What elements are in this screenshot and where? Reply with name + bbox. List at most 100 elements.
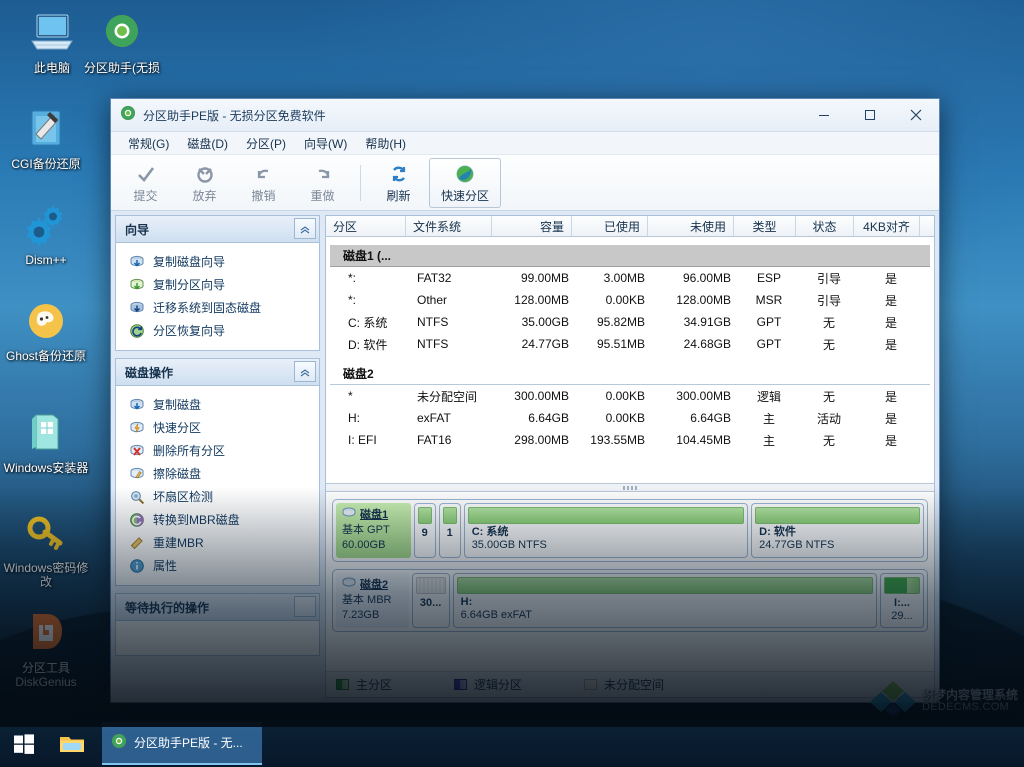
table-cell: 引导 — [816, 271, 841, 286]
disk-map-partition[interactable]: H: 6.64GB exFAT — [452, 573, 877, 628]
disk-group-header[interactable]: 磁盘2 — [330, 363, 930, 385]
table-cell: 无 — [822, 433, 835, 448]
table-row[interactable]: H: exFAT 6.64GB 0.00KB 6.64GB 主 活动 是 — [330, 407, 930, 429]
disk-map-partition[interactable]: 9 — [413, 503, 436, 558]
disk-icon — [342, 577, 356, 593]
column-header-6[interactable]: 类型 — [734, 216, 796, 236]
table-cell: 35.00GB — [521, 315, 569, 329]
pending-operations-header: 等待执行的操作 — [116, 594, 319, 621]
disk-map-partition[interactable]: 30... — [411, 573, 450, 628]
table-cell: 0.00KB — [605, 389, 645, 403]
pending-operations-list — [116, 621, 319, 655]
table-row[interactable]: *: Other 128.00MB 0.00KB 128.00MB MSR 引导 是 — [330, 289, 930, 311]
close-button[interactable] — [893, 99, 939, 131]
app-icon — [111, 733, 127, 752]
legend-swatch — [336, 679, 349, 690]
minimize-button[interactable] — [801, 99, 847, 131]
file-explorer-button[interactable] — [48, 720, 96, 767]
sidebar-diskop-item-6[interactable]: 转换到MBR磁盘 — [116, 508, 319, 531]
horizontal-scrollbar[interactable] — [326, 483, 934, 492]
disk-map-partition[interactable]: I:... 29... — [880, 573, 924, 628]
sidebar-wizard-item-4[interactable]: 分区恢复向导 — [116, 319, 319, 342]
table-cell: H: — [348, 411, 360, 425]
menu-item-5[interactable]: 帮助(H) — [356, 133, 415, 154]
sidebar-diskop-item-4[interactable]: 擦除磁盘 — [116, 462, 319, 485]
desktop-icon-4[interactable]: Dism++ — [0, 200, 92, 267]
menu-item-2[interactable]: 磁盘(D) — [178, 133, 237, 154]
column-header-8[interactable]: 4KB对齐 — [854, 216, 920, 236]
column-header-4[interactable]: 已使用 — [572, 216, 648, 236]
menu-item-1[interactable]: 常规(G) — [119, 133, 178, 154]
menu-item-3[interactable]: 分区(P) — [237, 133, 295, 154]
table-cell: 主 — [762, 411, 775, 426]
column-header-5[interactable]: 未使用 — [648, 216, 734, 236]
taskbar: 分区助手PE版 - 无... — [0, 720, 1024, 767]
disk-map-info[interactable]: 磁盘2 基本 MBR 7.23GB — [336, 573, 409, 628]
sidebar-wizard-item-2[interactable]: 复制分区向导 — [116, 273, 319, 296]
toolbar-quick-partition-button[interactable]: 快速分区 — [429, 157, 501, 208]
disk-group-header[interactable]: 磁盘1 (... — [330, 245, 930, 267]
desktop-icon-label: Windows密码修改 — [3, 561, 89, 589]
toolbar-redo-button[interactable]: 重做 — [294, 158, 351, 208]
window-titlebar[interactable]: 分区助手PE版 - 无损分区免费软件 — [111, 99, 939, 132]
taskbar-item-partition-assistant[interactable]: 分区助手PE版 - 无... — [102, 722, 262, 765]
toolbar-commit-button[interactable]: 提交 — [117, 158, 174, 208]
toolbar-discard-button[interactable]: 放弃 — [176, 158, 233, 208]
maximize-button[interactable] — [847, 99, 893, 131]
table-row[interactable]: *: FAT32 99.00MB 3.00MB 96.00MB ESP 引导 是 — [330, 267, 930, 289]
sidebar-diskop-item-3[interactable]: 删除所有分区 — [116, 439, 319, 462]
column-header-7[interactable]: 状态 — [796, 216, 854, 236]
disk-map-partition[interactable]: D: 软件 24.77GB NTFS — [751, 503, 924, 558]
disk-map-info[interactable]: 磁盘1 基本 GPT 60.00GB — [336, 503, 411, 558]
desktop-icon-5[interactable]: Ghost备份还原 — [0, 296, 92, 363]
quick-partition-icon — [129, 420, 145, 436]
table-cell: 300.00MB — [676, 389, 731, 403]
refresh-icon — [389, 162, 409, 186]
chevron-up-icon[interactable] — [294, 218, 316, 239]
table-row[interactable]: D: 软件 NTFS 24.77GB 95.51MB 24.68GB GPT 无 是 — [330, 333, 930, 355]
partition-meta: 1 — [443, 524, 457, 540]
column-header-2[interactable]: 文件系统 — [406, 216, 492, 236]
disk-map-partition[interactable]: C: 系统 35.00GB NTFS — [463, 503, 749, 558]
table-cell: 300.00MB — [514, 389, 569, 403]
sidebar-wizard-item-3[interactable]: 迁移系统到固态磁盘 — [116, 296, 319, 319]
start-button[interactable] — [0, 720, 48, 767]
copy-disk-icon — [129, 254, 145, 270]
sidebar-diskop-item-8[interactable]: 属性 — [116, 554, 319, 577]
toolbar-refresh-button[interactable]: 刷新 — [370, 158, 427, 208]
table-row[interactable]: C: 系统 NTFS 35.00GB 95.82MB 34.91GB GPT 无 是 — [330, 311, 930, 333]
desktop-icon-3[interactable]: CGI备份还原 — [0, 104, 92, 171]
table-row[interactable]: * 未分配空间 300.00MB 0.00KB 300.00MB 逻辑 无 是 — [330, 385, 930, 407]
chevron-up-icon[interactable] — [294, 596, 316, 617]
disk-group-2: 磁盘2 * 未分配空间 300.00MB 0.00KB 300.00MB 逻辑无是 H: exF… — [330, 363, 930, 451]
sidebar: 向导 复制磁盘向导 复制分区向导 迁移系统到固态磁盘 分区恢复向导 磁盘操作 复… — [115, 215, 320, 698]
desktop: 此电脑 分区助手(无损 CGI备份还原 Dism++ Ghost备份还原 Windows安… — [0, 0, 1024, 767]
disk-size: 7.23GB — [342, 609, 380, 621]
toolbar-undo-button[interactable]: 撤销 — [235, 158, 292, 208]
menu-item-4[interactable]: 向导(W) — [295, 133, 356, 154]
sidebar-wizard-item-1[interactable]: 复制磁盘向导 — [116, 250, 319, 273]
wizard-panel: 向导 复制磁盘向导 复制分区向导 迁移系统到固态磁盘 分区恢复向导 — [115, 215, 320, 351]
desktop-icon-8[interactable]: 分区工具DiskGenius — [0, 608, 92, 689]
sidebar-diskop-item-2[interactable]: 快速分区 — [116, 416, 319, 439]
table-cell: 引导 — [816, 293, 841, 308]
disk-map-partition[interactable]: 1 — [438, 503, 461, 558]
scroll-grip-dot — [623, 485, 625, 490]
sidebar-diskop-item-5[interactable]: 坏扇区检测 — [116, 485, 319, 508]
window-controls — [801, 99, 939, 131]
toolbar-undo-label: 撤销 — [251, 188, 276, 203]
legend-swatch — [584, 679, 598, 690]
table-row[interactable]: I: EFI FAT16 298.00MB 193.55MB 104.45MB 主 无 是 — [330, 429, 930, 451]
desktop-icon-7[interactable]: Windows密码修改 — [0, 508, 92, 589]
desktop-icon-2[interactable]: 分区助手(无损 — [76, 8, 168, 75]
column-header-3[interactable]: 容量 — [492, 216, 572, 236]
gears-icon — [0, 200, 92, 250]
sidebar-diskop-item-7[interactable]: 重建MBR — [116, 531, 319, 554]
desktop-icon-6[interactable]: Windows安装器 — [0, 408, 92, 475]
desktop-icon-label: Windows安装器 — [3, 461, 89, 475]
discard-icon — [194, 162, 216, 186]
column-header-1[interactable]: 分区 — [326, 216, 406, 236]
table-cell: MSR — [755, 293, 783, 307]
chevron-up-icon[interactable] — [294, 361, 316, 382]
sidebar-diskop-item-1[interactable]: 复制磁盘 — [116, 393, 319, 416]
